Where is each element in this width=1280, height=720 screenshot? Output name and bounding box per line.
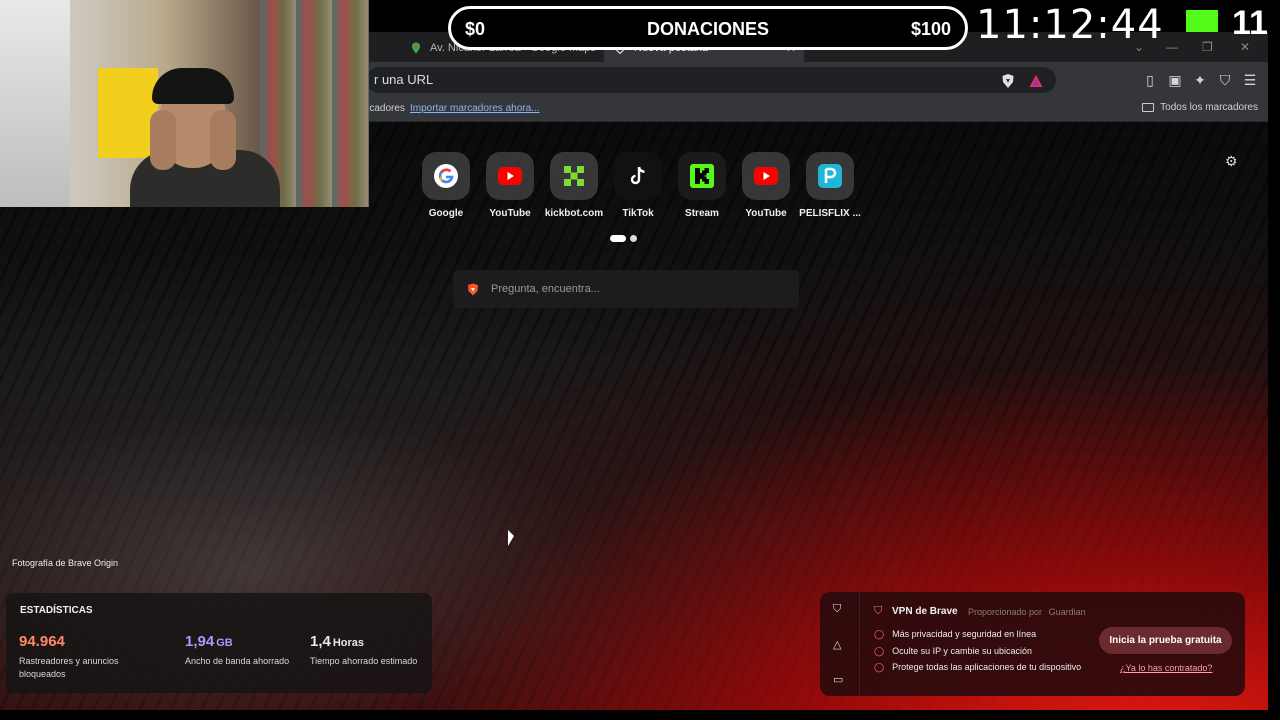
check-icon: ◯ xyxy=(874,629,885,639)
top-sites-pager[interactable] xyxy=(610,235,637,242)
leo-ai-icon[interactable]: ✦ xyxy=(1192,72,1208,88)
address-bar-text: r una URL xyxy=(374,72,434,87)
stat-value: 1,4 xyxy=(310,633,331,650)
top-site-youtube[interactable]: YouTube xyxy=(484,152,536,219)
all-bookmarks-button[interactable]: Todos los marcadores xyxy=(1142,102,1258,113)
top-site-label: YouTube xyxy=(745,208,787,219)
vpn-shield-icon[interactable]: ⛉ xyxy=(833,603,841,616)
folder-icon xyxy=(1142,103,1155,112)
stat-label: Ancho de banda ahorrado xyxy=(185,656,290,666)
kick-icon xyxy=(690,164,714,188)
kick-logo-icon xyxy=(1186,10,1218,32)
top-sites: Google YouTube kickbot.com TikTok Stream… xyxy=(420,152,861,219)
all-bookmarks-label: Todos los marcadores xyxy=(1160,102,1258,113)
vpn-feature: ◯ Protege todas las aplicaciones de tu di… xyxy=(874,662,1082,672)
stats-title: ESTADÍSTICAS xyxy=(20,605,93,616)
top-site-kickbot[interactable]: kickbot.com xyxy=(544,152,604,219)
rewards-icon[interactable]: △ xyxy=(833,638,841,651)
top-site-label: kickbot.com xyxy=(544,208,604,219)
brave-lion-icon xyxy=(468,283,478,295)
donation-goal-title: DONACIONES xyxy=(646,19,769,39)
donation-goal-min: $0 xyxy=(465,19,486,39)
address-bar[interactable]: r una URL xyxy=(366,67,1056,93)
top-site-label: Stream xyxy=(685,208,719,219)
top-site-stream[interactable]: Stream xyxy=(676,152,728,219)
screen-edge xyxy=(1268,32,1280,720)
stat-time-saved: 1,4 Horas Tiempo ahorrado estimado xyxy=(310,633,420,668)
stat-value: 94.964 xyxy=(19,633,65,650)
youtube-icon xyxy=(754,167,778,185)
menu-icon[interactable]: ☰ xyxy=(1242,72,1258,88)
check-icon: ◯ xyxy=(874,646,885,656)
stat-label: Rastreadores y anuncios bloqueados xyxy=(19,656,119,679)
stream-clock: 11:12:44 xyxy=(976,2,1164,48)
settings-gear-icon[interactable]: ⚙ xyxy=(1225,153,1238,170)
brave-shields-icon[interactable] xyxy=(1000,73,1016,89)
donation-goal-bar: DONACIONES $0 $100 xyxy=(448,6,968,50)
donation-goal-max: $100 xyxy=(910,19,951,39)
youtube-icon xyxy=(498,167,522,185)
maps-pin-icon xyxy=(412,42,420,53)
screen: Av. Nicanor Larrea - Google Maps Nueva p… xyxy=(0,0,1280,720)
top-site-label: YouTube xyxy=(489,208,531,219)
bookmarks-bar-text: rcadores xyxy=(366,103,405,114)
viewer-count: 11 xyxy=(1232,4,1268,42)
vpn-logo-icon: ⛉ xyxy=(874,605,883,617)
mouse-cursor xyxy=(508,530,514,546)
tiktok-icon xyxy=(630,166,645,185)
start-free-trial-button[interactable]: Inicia la prueba gratuita xyxy=(1099,627,1232,654)
news-icon[interactable]: ▭ xyxy=(833,673,843,686)
top-site-label: Google xyxy=(428,208,464,219)
vpn-feature: ◯ Más privacidad y seguridad en línea xyxy=(874,629,1037,639)
top-site-tiktok[interactable]: TikTok xyxy=(612,152,664,219)
screen-edge-bottom xyxy=(0,710,1280,720)
check-icon: ◯ xyxy=(874,662,885,672)
top-site-label: TikTok xyxy=(622,208,654,219)
minimize-button[interactable]: — xyxy=(1166,40,1178,54)
vpn-provider: Proporcionado por Guardian xyxy=(968,607,1086,617)
kickbot-icon xyxy=(564,166,584,186)
google-icon xyxy=(434,164,458,188)
brave-rewards-icon[interactable] xyxy=(1028,73,1044,89)
page-indicator[interactable] xyxy=(630,235,637,242)
sidebar-icon[interactable]: ▯ xyxy=(1142,72,1158,88)
stat-bandwidth: 1,94 GB Ancho de banda ahorrado xyxy=(185,633,295,668)
top-site-label: PELISFLIX ... xyxy=(799,208,861,219)
wallet-icon[interactable]: ▣ xyxy=(1167,72,1183,88)
top-site-google[interactable]: Google xyxy=(420,152,472,219)
restore-button[interactable]: ❐ xyxy=(1202,40,1213,54)
webcam-overlay xyxy=(0,0,369,207)
vpn-card: ⛉ △ ▭ ⛉ VPN de Brave Proporcionado por G… xyxy=(820,592,1245,696)
top-site-pelisflix[interactable]: PELISFLIX ... xyxy=(799,152,861,219)
vpn-feature: ◯ Oculte su IP y cambie su ubicación xyxy=(874,646,1032,656)
stat-trackers: 94.964 Rastreadores y anuncios bloqueado… xyxy=(19,633,129,681)
top-site-youtube-2[interactable]: YouTube xyxy=(740,152,792,219)
search-input[interactable]: Pregunta, encuentra... xyxy=(453,270,799,308)
stats-widget: ESTADÍSTICAS 94.964 Rastreadores y anunc… xyxy=(6,593,432,693)
photo-credit[interactable]: Fotografía de Brave Origin xyxy=(12,558,118,568)
stat-unit: GB xyxy=(216,637,233,649)
vpn-icon[interactable]: ⛉ xyxy=(1217,72,1233,88)
already-purchased-link[interactable]: ¿Ya lo has contratado? xyxy=(1120,663,1212,673)
vpn-title: VPN de Brave xyxy=(892,606,958,617)
card-switcher: ⛉ △ ▭ xyxy=(820,592,860,696)
page-indicator-active[interactable] xyxy=(610,235,626,242)
stat-unit: Horas xyxy=(332,637,365,649)
stat-value: 1,94 xyxy=(185,633,215,650)
pelisflix-icon xyxy=(818,164,842,188)
search-placeholder: Pregunta, encuentra... xyxy=(491,283,600,295)
stat-label: Tiempo ahorrado estimado xyxy=(310,656,418,666)
import-bookmarks-link[interactable]: Importar marcadores ahora... xyxy=(410,103,540,114)
